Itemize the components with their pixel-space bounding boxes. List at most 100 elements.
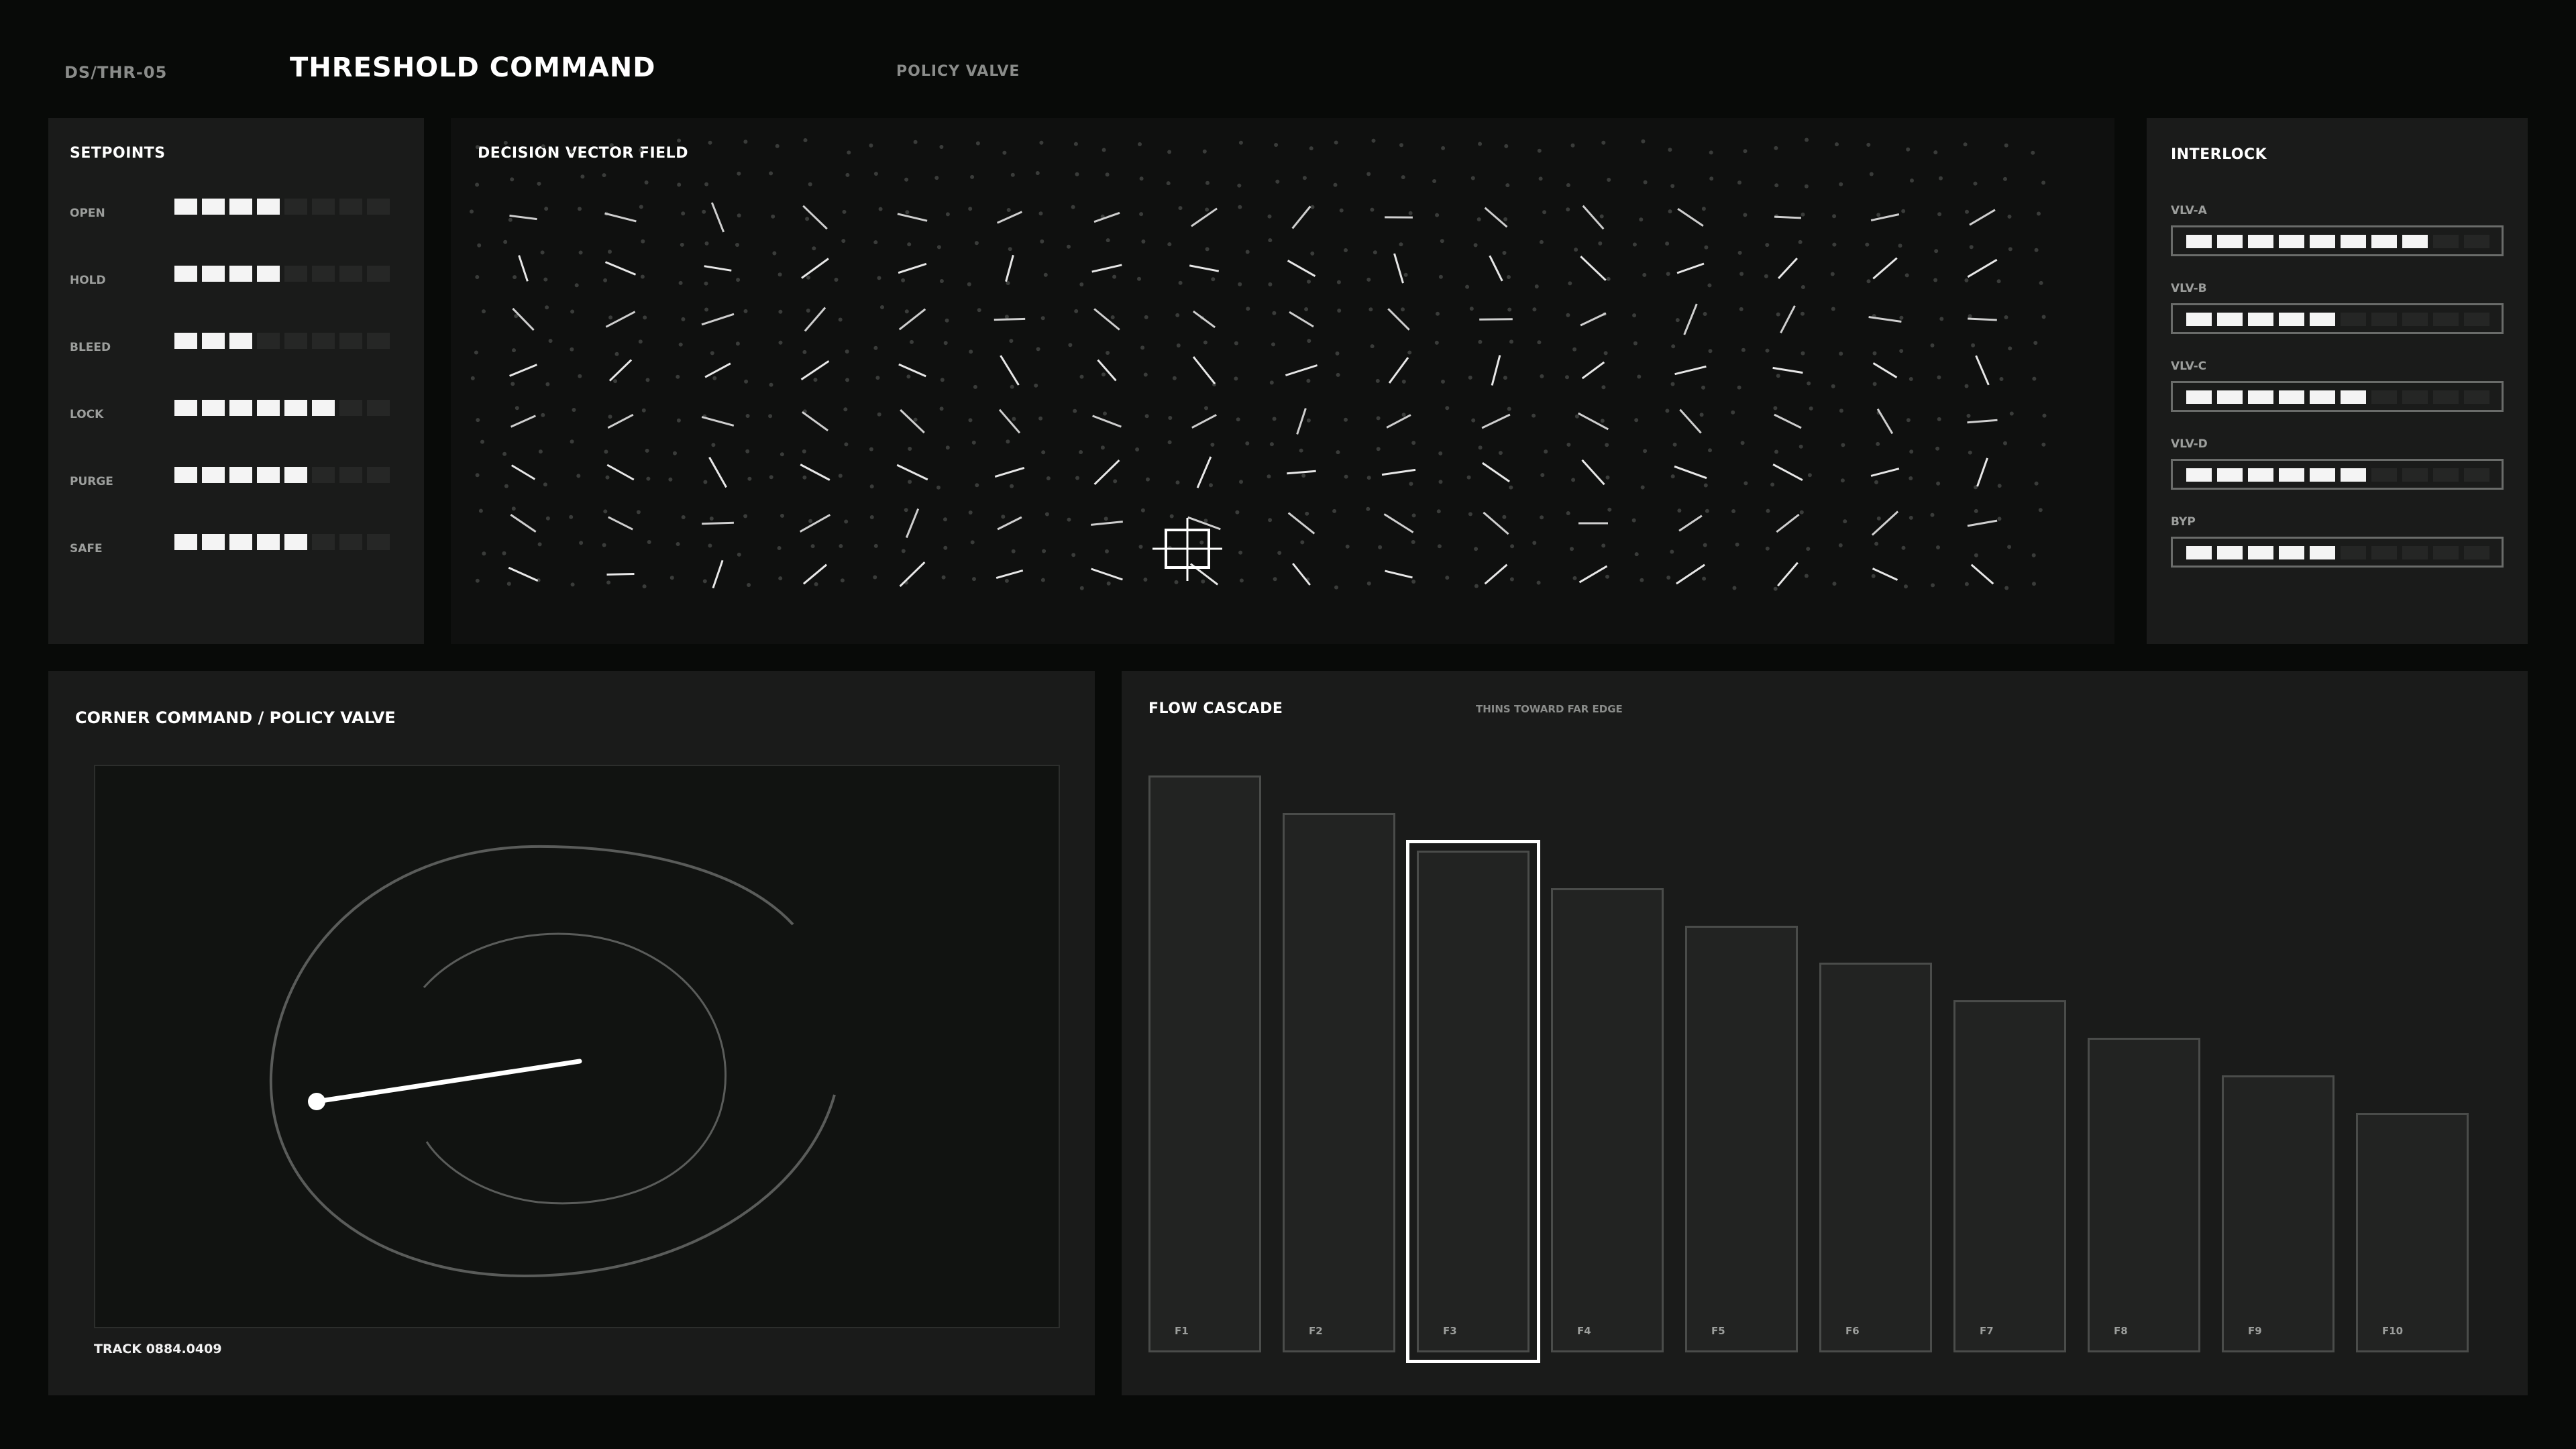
field-dot — [845, 350, 849, 354]
field-dot — [1737, 385, 1741, 390]
field-dot — [676, 542, 680, 546]
field-dot — [1801, 212, 1805, 217]
field-dot — [1507, 407, 1511, 411]
cascade-bar-f7[interactable]: F7 — [1953, 1000, 2066, 1352]
interlock-label-vlv-d: VLV-D — [2171, 437, 2208, 451]
cascade-bar-f6[interactable]: F6 — [1819, 963, 1932, 1352]
field-dot — [1305, 511, 1309, 516]
field-dot — [1167, 150, 1172, 154]
field-dot — [973, 384, 977, 389]
field-dot — [1799, 444, 1803, 449]
field-vector — [708, 456, 727, 488]
field-dot — [1102, 148, 1106, 152]
field-dot — [840, 578, 845, 583]
dial-handle — [308, 1093, 325, 1110]
interlock-level-block — [2310, 313, 2335, 326]
field-dot — [1703, 543, 1707, 547]
interlock-gauge-vlv-b[interactable] — [2171, 303, 2504, 334]
field-dot — [1234, 341, 1238, 345]
interlock-label-vlv-a: VLV-A — [2171, 204, 2207, 217]
field-dot — [844, 442, 849, 447]
field-dot — [645, 448, 649, 453]
field-dot — [570, 347, 574, 352]
setpoint-row-bleed[interactable]: BLEED — [48, 333, 424, 360]
field-dot — [1909, 515, 1913, 520]
cascade-bar-f8[interactable]: F8 — [2088, 1038, 2200, 1352]
field-dot — [1176, 343, 1181, 347]
field-dot — [606, 580, 611, 585]
field-dot — [1735, 542, 1739, 547]
field-dot — [602, 173, 606, 178]
field-dot — [514, 314, 519, 319]
field-dot — [971, 440, 976, 445]
cascade-bar-f2[interactable]: F2 — [1283, 813, 1395, 1352]
field-dot — [608, 250, 612, 254]
setpoint-row-lock[interactable]: LOCK — [48, 400, 424, 427]
interlock-gauge-byp[interactable] — [2171, 537, 2504, 568]
setpoint-row-open[interactable]: OPEN — [48, 199, 424, 225]
field-dot — [1106, 238, 1110, 243]
setpoint-level-block — [284, 534, 307, 550]
field-vector — [1868, 316, 1902, 323]
setpoint-row-hold[interactable]: HOLD — [48, 266, 424, 292]
setpoint-level-block — [367, 199, 390, 215]
field-vector — [801, 258, 829, 279]
field-dot — [1964, 278, 1969, 282]
dashboard-id: DS/THR-05 — [64, 63, 168, 82]
cascade-bar-f9[interactable]: F9 — [2222, 1075, 2334, 1352]
cascade-bar-f5[interactable]: F5 — [1685, 926, 1798, 1352]
setpoint-label: LOCK — [70, 408, 104, 421]
field-dot — [940, 378, 945, 382]
cascade-bar-f4[interactable]: F4 — [1551, 888, 1664, 1352]
field-dot — [1765, 546, 1770, 551]
interlock-gauge-vlv-d[interactable] — [2171, 459, 2504, 490]
setpoint-level-block — [312, 534, 335, 550]
setpoint-row-purge[interactable]: PURGE — [48, 467, 424, 494]
setpoint-row-safe[interactable]: SAFE — [48, 534, 424, 561]
field-dot — [1036, 347, 1040, 352]
policy-dial[interactable] — [95, 766, 1061, 1330]
field-dot — [1376, 416, 1381, 421]
field-dot — [647, 540, 651, 544]
field-dot — [1411, 441, 1416, 445]
field-dot — [1532, 541, 1537, 545]
field-dot — [1012, 417, 1016, 421]
field-dot — [545, 305, 549, 310]
setpoint-level-block — [367, 534, 390, 550]
cascade-bar-f10[interactable]: F10 — [2356, 1113, 2469, 1352]
field-dot — [777, 546, 782, 550]
setpoint-level-block — [229, 400, 252, 416]
field-dot — [1872, 382, 1877, 386]
interlock-level-block — [2464, 546, 2489, 559]
field-dot — [1640, 485, 1645, 490]
field-dot — [1068, 343, 1073, 347]
field-dot — [1067, 517, 1071, 522]
interlock-gauge-vlv-c[interactable] — [2171, 381, 2504, 412]
field-dot — [943, 341, 948, 345]
field-dot — [1409, 482, 1413, 486]
field-vector — [1393, 253, 1404, 284]
interlock-level-block — [2402, 235, 2428, 248]
interlock-gauge-vlv-a[interactable] — [2171, 225, 2504, 256]
cascade-bar-f1[interactable]: F1 — [1148, 775, 1261, 1352]
field-dot — [1236, 417, 1240, 422]
field-dot — [540, 250, 545, 255]
field-dot — [1238, 140, 1243, 145]
field-dot — [1137, 276, 1141, 281]
field-dot — [474, 350, 478, 355]
field-dot — [780, 452, 784, 457]
field-dot — [1474, 584, 1479, 588]
field-dot — [1668, 148, 1672, 152]
vector-field-canvas[interactable] — [451, 118, 2114, 644]
field-dot — [1368, 307, 1373, 312]
field-dot — [1112, 274, 1117, 279]
field-dot — [1039, 140, 1044, 145]
field-dot — [1633, 341, 1638, 345]
field-dot — [708, 140, 712, 145]
field-dot — [838, 474, 843, 478]
field-dot — [941, 575, 946, 580]
field-dot — [513, 275, 517, 280]
setpoint-level-block — [202, 333, 225, 349]
field-dot — [1407, 350, 1412, 355]
field-dot — [1110, 315, 1115, 319]
